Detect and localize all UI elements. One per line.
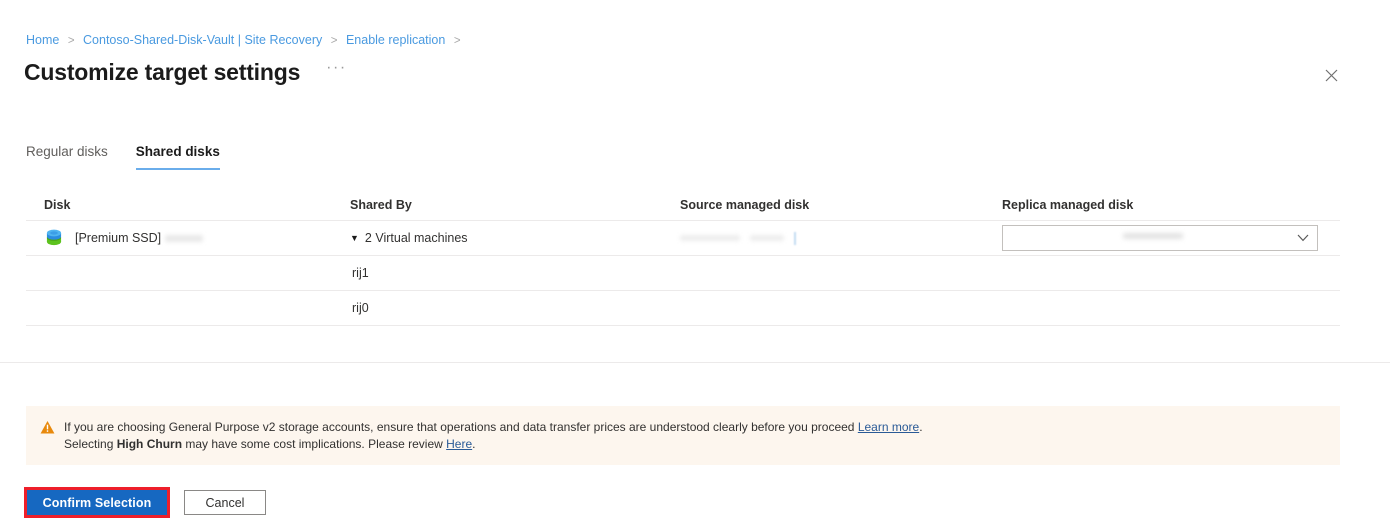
breadcrumb-separator: > (453, 35, 461, 47)
breadcrumb-item-vault[interactable]: Contoso-Shared-Disk-Vault | Site Recover… (83, 33, 322, 47)
replica-managed-disk-dropdown[interactable] (1002, 225, 1318, 251)
close-icon (1325, 69, 1337, 81)
table-row[interactable]: rij0 (26, 291, 1340, 326)
high-churn-label: High Churn (116, 437, 183, 451)
redacted-bar (680, 235, 740, 241)
confirm-selection-button[interactable]: Confirm Selection (27, 490, 167, 515)
close-button[interactable] (1320, 64, 1342, 86)
tab-list: Regular disks Shared disks (26, 144, 248, 170)
redacted-dropdown-value (1123, 233, 1183, 239)
warning-triangle-icon (40, 420, 55, 434)
redacted-bar (750, 235, 784, 241)
breadcrumb-item-home[interactable]: Home (26, 33, 59, 47)
column-header-shared-by: Shared By (350, 198, 412, 212)
warning-line2-mid: may have some cost implications. Please … (182, 437, 447, 451)
table-row[interactable]: rij1 (26, 256, 1340, 291)
learn-more-link[interactable]: Learn more (858, 420, 919, 434)
footer-actions: Confirm Selection Cancel (24, 487, 266, 518)
tab-regular-disks[interactable]: Regular disks (26, 144, 108, 170)
redacted-source-value (680, 231, 796, 245)
shared-by-label: 2 Virtual machines (364, 231, 468, 245)
section-divider (0, 362, 1390, 363)
cell-replica-managed-disk (1002, 225, 1340, 251)
more-options-button[interactable]: ··· (322, 57, 350, 79)
column-header-source-managed-disk: Source managed disk (680, 198, 810, 212)
warning-line1-after: . (919, 420, 923, 434)
cell-shared-by-child: rij1 (352, 266, 369, 280)
warning-line2-after: . (472, 437, 476, 451)
column-header-disk: Disk (44, 198, 71, 212)
cell-disk: [Premium SSD] (26, 228, 350, 248)
chevron-down-icon (1297, 234, 1309, 242)
cell-source-managed-disk (680, 231, 1002, 245)
shared-disks-table: Disk Shared By Source managed disk Repli… (26, 190, 1340, 326)
cell-shared-by[interactable]: ▼ 2 Virtual machines (350, 231, 680, 245)
managed-disk-icon (46, 229, 62, 246)
table-row[interactable]: [Premium SSD] ▼ 2 Virtual machines (26, 221, 1340, 256)
confirm-selection-highlight: Confirm Selection (24, 487, 170, 518)
table-header-row: Disk Shared By Source managed disk Repli… (26, 190, 1340, 221)
disk-name-label: [Premium SSD] (75, 231, 162, 245)
page-header: Customize target settings ··· (24, 57, 351, 87)
cell-shared-by-child: rij0 (352, 301, 369, 315)
tab-shared-disks[interactable]: Shared disks (135, 144, 220, 170)
column-header-replica-managed-disk: Replica managed disk (1002, 198, 1134, 212)
breadcrumb-separator: > (67, 35, 75, 47)
page-title: Customize target settings (24, 59, 301, 85)
breadcrumb-separator: > (330, 35, 338, 47)
redacted-disk-suffix (165, 234, 204, 242)
breadcrumb: Home > Contoso-Shared-Disk-Vault | Site … (26, 32, 466, 49)
expand-collapse-icon[interactable]: ▼ (350, 233, 359, 243)
warning-banner: If you are choosing General Purpose v2 s… (26, 406, 1340, 465)
breadcrumb-item-enable-replication[interactable]: Enable replication (346, 33, 445, 47)
cancel-button[interactable]: Cancel (184, 490, 266, 515)
here-link[interactable]: Here (446, 437, 472, 451)
redacted-caret (794, 231, 796, 245)
warning-text: If you are choosing General Purpose v2 s… (64, 419, 923, 453)
warning-line2-before: Selecting (64, 437, 117, 451)
warning-line1-before: If you are choosing General Purpose v2 s… (64, 420, 858, 434)
